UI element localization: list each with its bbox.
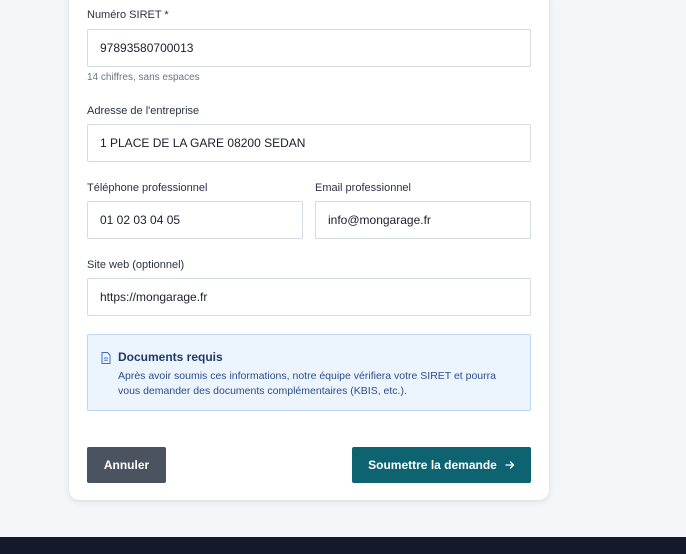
website-label: Site web (optionnel)	[87, 259, 185, 271]
address-label: Adresse de l'entreprise	[87, 105, 200, 117]
email-input[interactable]: info@mongarage.fr	[315, 201, 531, 239]
document-icon	[101, 352, 111, 364]
submit-button-label: Soumettre la demande	[368, 458, 497, 472]
siret-label: Numéro SIRET *	[87, 9, 169, 21]
documents-info-box: Documents requis Après avoir soumis ces …	[87, 334, 531, 411]
phone-label: Téléphone professionnel	[87, 182, 208, 194]
info-text: Après avoir soumis ces informations, not…	[118, 370, 496, 397]
website-input[interactable]: https://mongarage.fr	[87, 278, 531, 316]
siret-hint: 14 chiffres, sans espaces	[87, 72, 200, 83]
submit-button[interactable]: Soumettre la demande	[352, 447, 531, 483]
page-footer	[0, 537, 686, 554]
arrow-right-icon	[505, 461, 514, 469]
cancel-button-label: Annuler	[103, 458, 150, 472]
cancel-button[interactable]: Annuler	[87, 447, 166, 483]
address-input[interactable]: 1 PLACE DE LA GARE 08200 SEDAN	[87, 124, 531, 162]
info-title: Documents requis	[118, 350, 223, 364]
email-label: Email professionnel	[315, 182, 411, 194]
phone-input[interactable]: 01 02 03 04 05	[87, 201, 303, 239]
siret-input[interactable]: 97893580700013	[87, 29, 531, 67]
